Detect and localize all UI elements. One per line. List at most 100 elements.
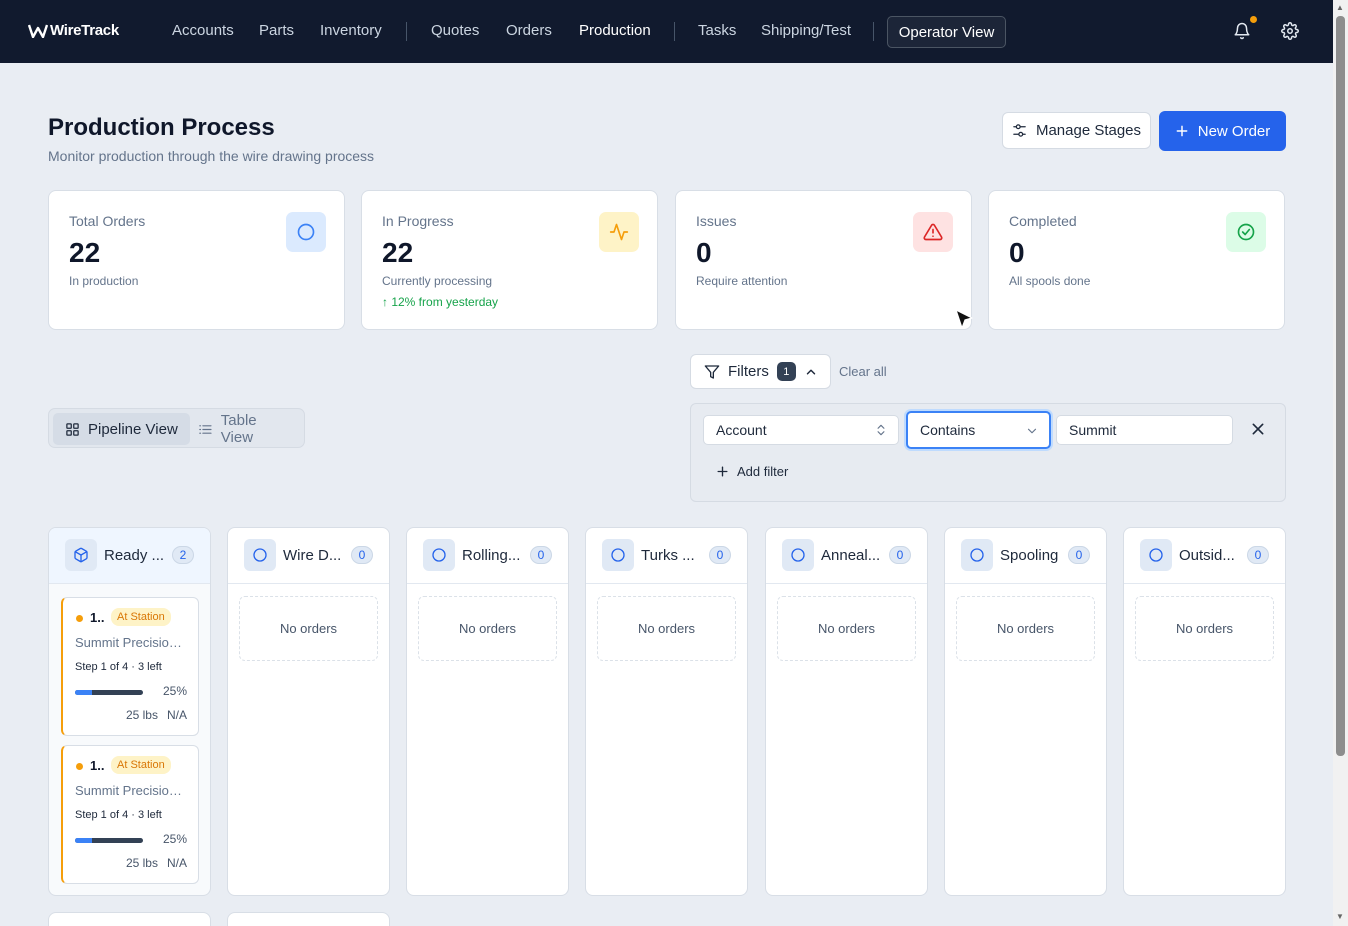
stage-column-outside: Outsid... 0 No orders (1123, 527, 1286, 896)
stage-icon-box (423, 539, 455, 571)
stat-card-issues: Issues 0 Require attention (675, 190, 972, 330)
stage-icon-box (1140, 539, 1172, 571)
stage-count-badge: 0 (351, 546, 373, 564)
manage-stages-button[interactable]: Manage Stages (1002, 112, 1151, 149)
status-badge: At Station (111, 608, 171, 626)
bell-icon[interactable] (1233, 22, 1251, 40)
plus-icon (717, 466, 728, 477)
gear-icon[interactable] (1281, 22, 1299, 40)
scrollbar-thumb[interactable] (1336, 16, 1345, 756)
stage-count-badge: 0 (889, 546, 911, 564)
stat-card-total-orders: Total Orders 22 In production (48, 190, 345, 330)
stage-column-header[interactable]: Outsid... 0 (1124, 528, 1285, 584)
nav-shipping-test[interactable]: Shipping/Test (761, 22, 851, 39)
nav-parts[interactable]: Parts (259, 22, 294, 39)
add-filter-label: Add filter (737, 464, 789, 479)
stage-count-badge: 0 (1247, 546, 1269, 564)
operator-view-button[interactable]: Operator View (887, 16, 1006, 48)
status-badge: At Station (111, 756, 171, 774)
empty-state: No orders (597, 596, 736, 661)
nav-inventory[interactable]: Inventory (320, 22, 382, 39)
pipeline-view-label: Pipeline View (88, 420, 178, 438)
filter-field-value: Account (716, 422, 767, 438)
stat-icon-box (913, 212, 953, 252)
filter-operator-select[interactable]: Contains (906, 411, 1051, 449)
chevron-down-icon (1027, 428, 1037, 434)
circle-icon (1149, 548, 1163, 562)
nav-divider (406, 22, 407, 41)
filters-label: Filters (728, 363, 769, 380)
stage-title: Outsid... (1179, 547, 1235, 564)
order-account: Summit Precision ... (75, 635, 189, 650)
stage-column-header[interactable]: Rolling... 0 (407, 528, 568, 584)
nav-orders[interactable]: Orders (506, 22, 552, 39)
stage-title: Wire D... (283, 547, 342, 564)
progress-bar-fill (75, 690, 92, 695)
order-account: Summit Precision ... (75, 783, 189, 798)
filters-toggle-button[interactable]: Filters 1 (690, 354, 831, 389)
table-view-label: Table View (220, 412, 257, 446)
scroll-down-icon[interactable]: ▼ (1336, 912, 1344, 921)
list-icon (199, 424, 212, 434)
nav-quotes[interactable]: Quotes (431, 22, 479, 39)
stage-column-header[interactable]: Turks ... 0 (586, 528, 747, 584)
order-extra: N/A (166, 708, 187, 722)
clear-all-link[interactable]: Clear all (839, 364, 887, 379)
page-subtitle: Monitor production through the wire draw… (48, 148, 375, 164)
progress-bar (75, 690, 143, 695)
stage-column-header[interactable]: Spooling 0 (945, 528, 1106, 584)
stage-column-wire-drawing: Wire D... 0 No orders (227, 527, 390, 896)
stat-value: 0 (696, 237, 712, 268)
chevron-up-down-icon (877, 424, 885, 436)
stage-icon-box (244, 539, 276, 571)
pipeline-view-tab[interactable]: Pipeline View (53, 413, 190, 445)
page-title: Production Process (48, 114, 275, 141)
alert-triangle-icon (923, 223, 943, 241)
stat-subtext: Require attention (696, 274, 788, 288)
circle-icon (970, 548, 984, 562)
order-id: 1... (90, 610, 105, 625)
stage-count-badge: 0 (1068, 546, 1090, 564)
nav-production[interactable]: Production (579, 22, 651, 39)
filter-value-input[interactable]: Summit (1056, 415, 1233, 445)
table-view-tab[interactable]: Table View (186, 412, 304, 446)
status-dot (76, 763, 83, 770)
add-filter-button[interactable]: Add filter (716, 464, 788, 479)
close-icon[interactable] (1250, 421, 1266, 437)
scroll-up-icon[interactable]: ▲ (1336, 3, 1344, 12)
progress-bar (75, 838, 143, 843)
app-logo[interactable]: WireTrack (28, 22, 119, 39)
notification-dot (1250, 16, 1257, 23)
order-step: Step 1 of 4 · 3 left (75, 661, 162, 673)
nav-tasks[interactable]: Tasks (698, 22, 736, 39)
order-card[interactable]: 1... At Station Summit Precision ... Ste… (61, 745, 199, 884)
stage-column-turks: Turks ... 0 No orders (585, 527, 748, 896)
order-weight: 25 lbs (125, 708, 158, 722)
view-toggle: Pipeline View Table View (48, 408, 305, 448)
empty-state: No orders (1135, 596, 1274, 661)
stat-subtext: Currently processing (382, 274, 493, 288)
stage-column-rolling: Rolling... 0 No orders (406, 527, 569, 896)
order-step: Step 1 of 4 · 3 left (75, 809, 162, 821)
stat-label: Completed (1009, 213, 1077, 229)
stage-column-header[interactable]: Anneal... 0 (766, 528, 927, 584)
plus-icon (1176, 125, 1188, 137)
stage-icon-box (65, 539, 97, 571)
circle-icon (432, 548, 446, 562)
new-order-button[interactable]: New Order (1159, 111, 1286, 151)
empty-state: No orders (777, 596, 916, 661)
manage-stages-label: Manage Stages (1035, 122, 1142, 139)
stat-value: 22 (382, 237, 414, 268)
stage-column-header[interactable]: Ready ... 2 (49, 528, 210, 584)
stage-icon-box (782, 539, 814, 571)
circle-icon (297, 223, 315, 241)
filter-field-select[interactable]: Account (703, 415, 899, 445)
stat-trend: ↑ 12% from yesterday (382, 295, 499, 309)
empty-state: No orders (239, 596, 378, 661)
stage-title: Anneal... (821, 547, 881, 564)
stage-title: Ready ... (104, 547, 165, 564)
stat-subtext: In production (69, 274, 139, 288)
stage-column-header[interactable]: Wire D... 0 (228, 528, 389, 584)
order-card[interactable]: 1... At Station Summit Precision ... Ste… (61, 597, 199, 736)
nav-accounts[interactable]: Accounts (172, 22, 234, 39)
